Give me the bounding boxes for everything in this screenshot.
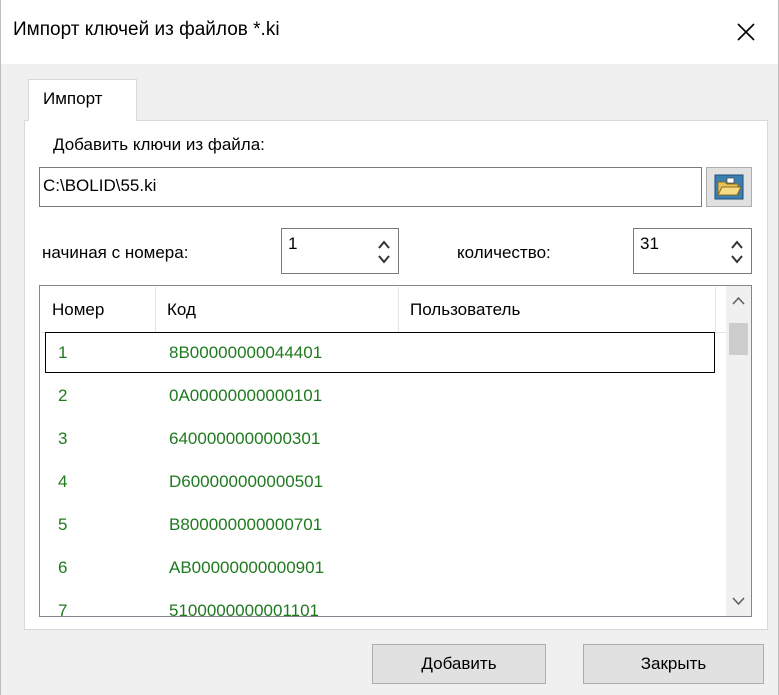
spin-arrows-icon xyxy=(731,240,743,264)
list-header: Номер Код Пользователь xyxy=(41,287,726,333)
title-bar: Импорт ключей из файлов *.ki xyxy=(1,0,778,64)
row-code: 5100000000001101 xyxy=(169,601,320,616)
count-spinner[interactable]: 31 xyxy=(633,228,752,274)
tab-import[interactable]: Импорт xyxy=(28,79,137,121)
table-row[interactable]: 4 D600000000000501 xyxy=(41,461,726,504)
close-window-button[interactable] xyxy=(714,0,778,64)
folder-open-icon xyxy=(714,174,744,200)
column-header-label: Номер xyxy=(52,300,105,319)
row-number: 6 xyxy=(58,558,68,577)
column-header-label: Пользователь xyxy=(410,300,521,319)
row-number: 3 xyxy=(58,429,68,448)
file-label: Добавить ключи из файла: xyxy=(53,135,265,154)
row-code: D600000000000501 xyxy=(169,472,324,491)
chevron-down-icon xyxy=(732,597,745,606)
count-label: количество: xyxy=(457,243,551,262)
row-code: AB00000000000901 xyxy=(169,558,325,577)
table-row[interactable]: 5 B800000000000701 xyxy=(41,504,726,547)
keys-list[interactable]: Номер Код Пользователь 1 8B0000000004440… xyxy=(39,285,752,617)
spin-arrows-icon xyxy=(378,240,390,264)
table-row[interactable]: 7 5100000000001101 xyxy=(41,590,726,616)
row-code: 0A00000000000101 xyxy=(169,386,323,405)
tab-import-label: Импорт xyxy=(43,89,103,108)
count-value: 31 xyxy=(640,234,659,253)
close-icon xyxy=(737,23,755,41)
list-rows: 1 8B00000000044401 2 0A00000000000101 3 … xyxy=(41,332,726,616)
vertical-scrollbar[interactable] xyxy=(726,286,751,616)
close-button-label: Закрыть xyxy=(640,654,707,673)
chevron-up-icon xyxy=(732,296,745,305)
scroll-down-button[interactable] xyxy=(726,586,751,616)
column-header-number[interactable]: Номер xyxy=(41,287,156,332)
table-row[interactable]: 1 8B00000000044401 xyxy=(41,332,726,375)
scroll-up-button[interactable] xyxy=(726,286,751,316)
row-number: 7 xyxy=(58,601,68,616)
row-number: 4 xyxy=(58,472,68,491)
add-button-label: Добавить xyxy=(421,654,497,673)
table-row[interactable]: 6 AB00000000000901 xyxy=(41,547,726,590)
column-header-code[interactable]: Код xyxy=(156,287,399,332)
browse-file-button[interactable] xyxy=(706,167,752,207)
import-keys-dialog: Импорт ключей из файлов *.ki Импорт Доба… xyxy=(0,0,779,695)
file-path-input[interactable]: C:\BOLID\55.ki xyxy=(39,167,702,207)
table-row[interactable]: 2 0A00000000000101 xyxy=(41,375,726,418)
row-number: 1 xyxy=(58,343,68,362)
table-row[interactable]: 3 6400000000000301 xyxy=(41,418,726,461)
focus-rectangle xyxy=(45,332,715,373)
row-code: 6400000000000301 xyxy=(169,429,321,448)
close-button[interactable]: Закрыть xyxy=(583,644,764,684)
scroll-thumb[interactable] xyxy=(729,323,748,355)
column-header-label: Код xyxy=(167,300,196,319)
row-code: 8B00000000044401 xyxy=(169,343,323,362)
start-number-label: начиная с номера: xyxy=(42,243,189,262)
start-number-value: 1 xyxy=(288,234,298,253)
column-header-user[interactable]: Пользователь xyxy=(399,287,716,332)
add-button[interactable]: Добавить xyxy=(372,644,546,684)
file-path-value: C:\BOLID\55.ki xyxy=(43,176,157,195)
row-number: 5 xyxy=(58,515,68,534)
start-number-spinner[interactable]: 1 xyxy=(281,228,399,274)
row-number: 2 xyxy=(58,386,68,405)
window-title: Импорт ключей из файлов *.ki xyxy=(13,19,280,40)
row-code: B800000000000701 xyxy=(169,515,323,534)
